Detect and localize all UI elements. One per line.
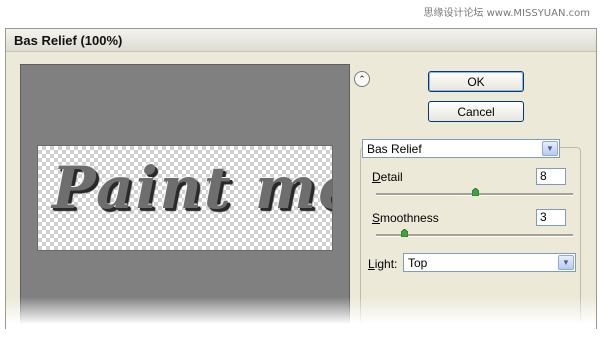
cancel-button[interactable]: Cancel	[428, 101, 524, 122]
ok-button[interactable]: OK	[428, 71, 524, 92]
smoothness-slider-thumb[interactable]	[401, 229, 409, 237]
light-select-value: Top	[408, 256, 428, 270]
smoothness-input[interactable]: 3	[536, 209, 566, 226]
chevron-down-icon[interactable]: ▼	[542, 141, 558, 156]
preview-pane[interactable]: Paint me	[20, 64, 350, 329]
preview-canvas: Paint me	[37, 145, 333, 251]
detail-slider-thumb[interactable]	[471, 188, 479, 196]
smoothness-label: Smoothness	[372, 211, 439, 225]
dialog-title: Bas Relief (100%)	[6, 29, 596, 52]
double-chevron-up-icon: ⌃	[358, 74, 366, 84]
light-select[interactable]: Top ▼	[403, 253, 576, 272]
filter-select-value: Bas Relief	[367, 142, 422, 156]
watermark: 思缘设计论坛 www.MISSYUAN.com	[423, 8, 590, 19]
preview-text: Paint me	[52, 154, 333, 222]
chevron-down-icon[interactable]: ▼	[558, 255, 574, 270]
light-label: Light:	[368, 257, 398, 271]
detail-label: Detail	[372, 170, 403, 184]
filter-select[interactable]: Bas Relief ▼	[362, 139, 560, 158]
collapse-toggle-button[interactable]: ⌃	[354, 71, 370, 87]
bas-relief-dialog: Bas Relief (100%) Paint me ⌃ OK Cancel B…	[5, 28, 597, 329]
detail-input[interactable]: 8	[536, 168, 566, 185]
